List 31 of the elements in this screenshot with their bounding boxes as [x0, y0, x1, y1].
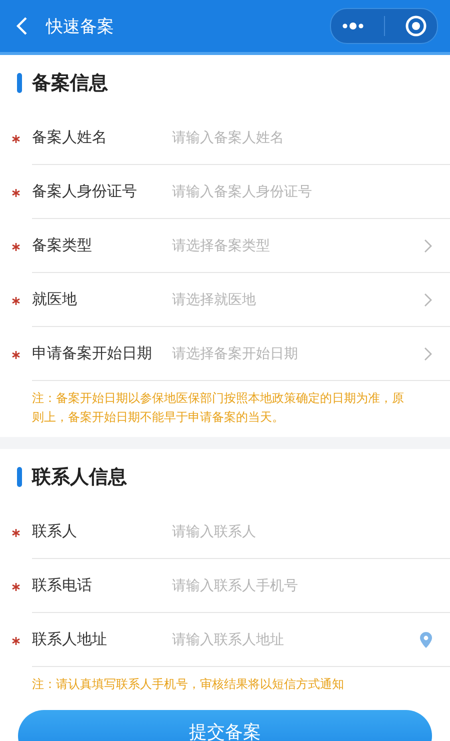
field-label: 备案人姓名: [32, 128, 108, 147]
input-field[interactable]: 请输入备案人身份证号: [172, 184, 432, 200]
chevron-right-icon[interactable]: [424, 292, 432, 306]
input-field[interactable]: 请输入联系人手机号: [172, 578, 432, 594]
section-title: 备案信息: [32, 71, 108, 96]
page-title: 快速备案: [46, 16, 115, 38]
field-label: 申请备案开始日期: [32, 344, 153, 363]
field-label: 联系人: [32, 522, 78, 541]
section-title: 联系人信息: [32, 465, 127, 490]
chevron-right-icon[interactable]: [424, 346, 432, 360]
submit-button[interactable]: 提交备案: [18, 710, 432, 741]
location-pin-icon[interactable]: [420, 632, 432, 648]
section-marker: [17, 73, 22, 93]
note-text: 注：请认真填写联系人手机号，审核结果将以短信方式通知: [31, 676, 345, 693]
input-field[interactable]: 请输入联系人: [172, 524, 432, 540]
back-icon[interactable]: [16, 16, 28, 36]
field-label: 联系电话: [32, 576, 93, 595]
field-label: 联系人地址: [32, 630, 108, 649]
chevron-right-icon[interactable]: [424, 238, 432, 252]
input-field[interactable]: 请选择就医地: [172, 292, 424, 308]
input-field[interactable]: 请输入备案人姓名: [172, 130, 432, 146]
close-icon[interactable]: [405, 15, 428, 37]
field-label: 就医地: [32, 290, 78, 309]
input-field[interactable]: 请选择备案开始日期: [172, 346, 424, 362]
input-field[interactable]: 请选择备案类型: [172, 238, 424, 254]
section-marker: [17, 467, 22, 487]
note-text: 注：备案开始日期以参保地医保部门按照本地政策确定的日期为准，原则上，备案开始日期不能早于申请备案的当天。: [31, 390, 405, 426]
field-label: 备案类型: [32, 236, 93, 255]
input-field[interactable]: 请输入联系人地址: [172, 632, 420, 648]
more-icon[interactable]: [340, 22, 365, 30]
field-label: 备案人身份证号: [32, 182, 138, 201]
